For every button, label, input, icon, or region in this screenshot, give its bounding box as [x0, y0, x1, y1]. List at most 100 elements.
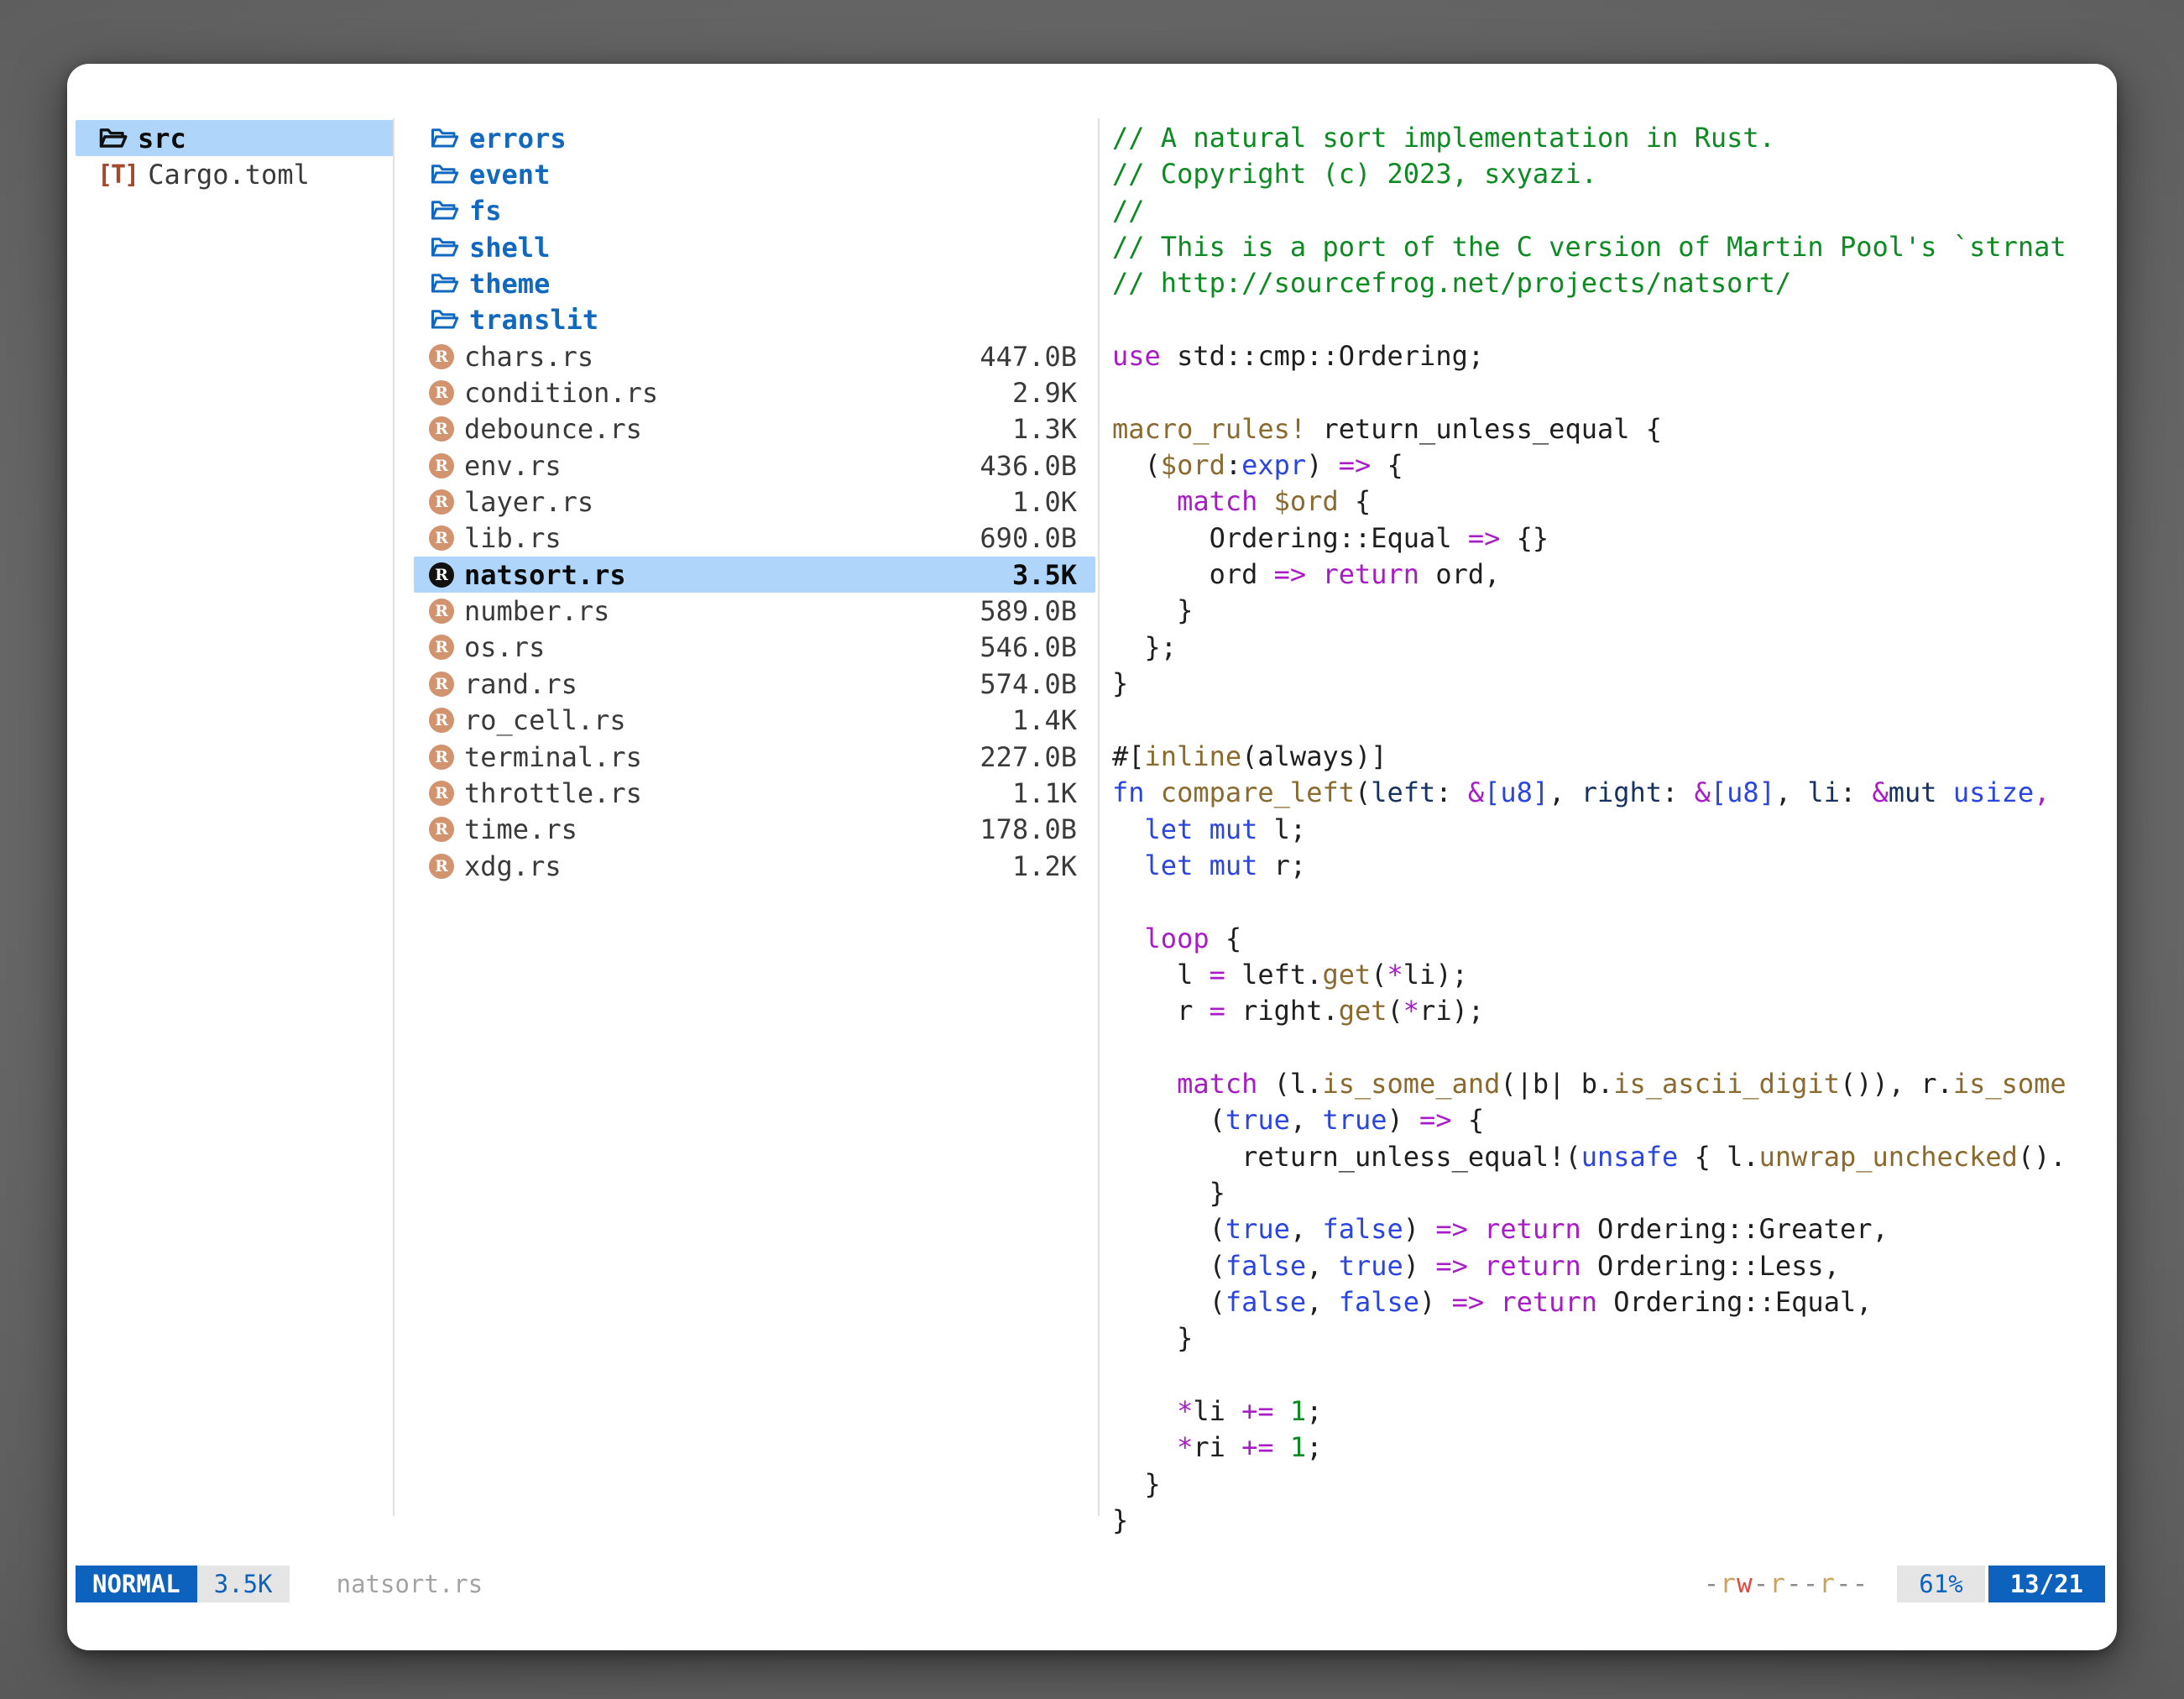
code-line: match (l.is_some_and(|b| b.is_ascii_digi… [1112, 1066, 2113, 1102]
code-line: // Copyright (c) 2023, sxyazi. [1112, 156, 2113, 192]
code-line: let mut r; [1112, 848, 2113, 884]
file-permissions: -rw-r--r-- [1704, 1566, 1869, 1602]
code-line: } [1112, 1320, 2113, 1357]
item-label: fs [469, 195, 502, 227]
code-line: #[inline(always)] [1112, 739, 2113, 775]
code-line: } [1112, 1503, 2113, 1539]
rust-file-icon: R [429, 745, 454, 770]
file-item-ro_cell.rs[interactable]: Rro_cell.rs1.4K [414, 703, 1095, 739]
rust-file-icon: R [429, 562, 454, 588]
yazi-window: src[T]Cargo.toml errors event fs shell t… [67, 64, 2117, 1650]
file-item-condition.rs[interactable]: Rcondition.rs2.9K [414, 374, 1095, 410]
code-line: // http://sourcefrog.net/projects/natsor… [1112, 265, 2113, 301]
code-line: } [1112, 666, 2113, 702]
code-line: let mut l; [1112, 812, 2113, 848]
folder-open-icon [429, 196, 459, 226]
folder-open-icon [429, 233, 459, 263]
code-line: r = right.get(*ri); [1112, 993, 2113, 1029]
perm-char-dash: - [1704, 1569, 1721, 1599]
item-size: 690.0B [980, 522, 1095, 554]
rust-file-icon: R [429, 380, 454, 405]
item-label: theme [469, 268, 550, 300]
dir-item-src[interactable]: src [76, 120, 394, 156]
pane-divider-right [1098, 118, 1100, 1516]
item-size: 447.0B [980, 341, 1095, 373]
item-label: number.rs [464, 595, 609, 627]
perm-char-read: r [1769, 1569, 1786, 1599]
file-item-env.rs[interactable]: Renv.rs436.0B [414, 447, 1095, 484]
file-item-layer.rs[interactable]: Rlayer.rs1.0K [414, 484, 1095, 520]
code-line: *li += 1; [1112, 1393, 2113, 1430]
dir-item-errors[interactable]: errors [414, 120, 1095, 156]
dir-item-theme[interactable]: theme [414, 265, 1095, 301]
item-label: shell [469, 232, 550, 264]
perm-char-read: r [1720, 1569, 1737, 1599]
item-label: time.rs [464, 813, 577, 845]
dir-item-shell[interactable]: shell [414, 229, 1095, 265]
item-size: 3.5K [1012, 559, 1095, 591]
code-line: Ordering::Equal => {} [1112, 520, 2113, 557]
pane-divider-left [393, 118, 394, 1516]
code-line: }; [1112, 630, 2113, 666]
code-line: fn compare_left(left: &[u8], right: &[u8… [1112, 775, 2113, 811]
file-size-indicator: 3.5K [197, 1566, 290, 1602]
code-line: ord => return ord, [1112, 557, 2113, 593]
perm-char-dash: - [1753, 1569, 1770, 1599]
item-size: 178.0B [980, 813, 1095, 845]
file-item-terminal.rs[interactable]: Rterminal.rs227.0B [414, 739, 1095, 775]
code-line: } [1112, 1175, 2113, 1211]
file-item-natsort.rs[interactable]: Rnatsort.rs 3.5K [414, 557, 1095, 593]
rust-file-icon: R [429, 599, 454, 624]
file-item-Cargo.toml[interactable]: [T]Cargo.toml [76, 156, 394, 192]
item-label: event [469, 159, 550, 191]
file-item-rand.rs[interactable]: Rrand.rs574.0B [414, 666, 1095, 702]
preview-pane[interactable]: // A natural sort implementation in Rust… [1112, 120, 2113, 1555]
code-line [1112, 302, 2113, 338]
file-item-throttle.rs[interactable]: Rthrottle.rs1.1K [414, 775, 1095, 811]
item-size: 436.0B [980, 450, 1095, 482]
folder-open-icon [429, 269, 459, 299]
item-label: ro_cell.rs [464, 704, 626, 736]
dir-item-translit[interactable]: translit [414, 302, 1095, 338]
rust-file-icon: R [429, 781, 454, 806]
item-label: terminal.rs [464, 741, 642, 773]
file-item-lib.rs[interactable]: Rlib.rs 690.0B [414, 520, 1095, 557]
item-size: 589.0B [980, 595, 1095, 627]
item-label: env.rs [464, 450, 562, 482]
code-line: *ri += 1; [1112, 1430, 2113, 1466]
code-line [1112, 374, 2113, 410]
rust-file-icon: R [429, 525, 454, 551]
dir-item-event[interactable]: event [414, 156, 1095, 192]
status-filename: natsort.rs [320, 1566, 500, 1602]
item-label: layer.rs [464, 486, 593, 518]
rust-file-icon: R [429, 416, 454, 442]
item-label: xdg.rs [464, 850, 562, 882]
file-item-xdg.rs[interactable]: Rxdg.rs1.2K [414, 848, 1095, 884]
file-item-number.rs[interactable]: Rnumber.rs 589.0B [414, 593, 1095, 629]
perm-char-write: w [1737, 1569, 1753, 1599]
code-line: ($ord:expr) => { [1112, 447, 2113, 484]
item-label: Cargo.toml [148, 159, 310, 191]
perm-char-read: r [1819, 1569, 1836, 1599]
parent-pane: src[T]Cargo.toml [76, 120, 394, 193]
code-line: // [1112, 193, 2113, 229]
item-label: lib.rs [464, 522, 562, 554]
file-item-chars.rs[interactable]: Rchars.rs447.0B [414, 338, 1095, 374]
item-size: 1.2K [1012, 850, 1095, 882]
file-item-debounce.rs[interactable]: Rdebounce.rs 1.3K [414, 411, 1095, 447]
dir-item-fs[interactable]: fs [414, 193, 1095, 229]
code-line: loop { [1112, 921, 2113, 957]
item-label: debounce.rs [464, 413, 642, 445]
code-line: macro_rules! return_unless_equal { [1112, 411, 2113, 447]
item-label: throttle.rs [464, 777, 642, 809]
code-line: } [1112, 1466, 2113, 1503]
file-item-time.rs[interactable]: Rtime.rs178.0B [414, 812, 1095, 848]
item-label: errors [469, 123, 567, 154]
rust-file-icon: R [429, 708, 454, 733]
item-size: 1.3K [1012, 413, 1095, 445]
file-item-os.rs[interactable]: Ros.rs546.0B [414, 630, 1095, 666]
code-line [1112, 703, 2113, 739]
item-label: natsort.rs [464, 559, 626, 591]
code-line [1112, 884, 2113, 920]
rust-file-icon: R [429, 635, 454, 660]
